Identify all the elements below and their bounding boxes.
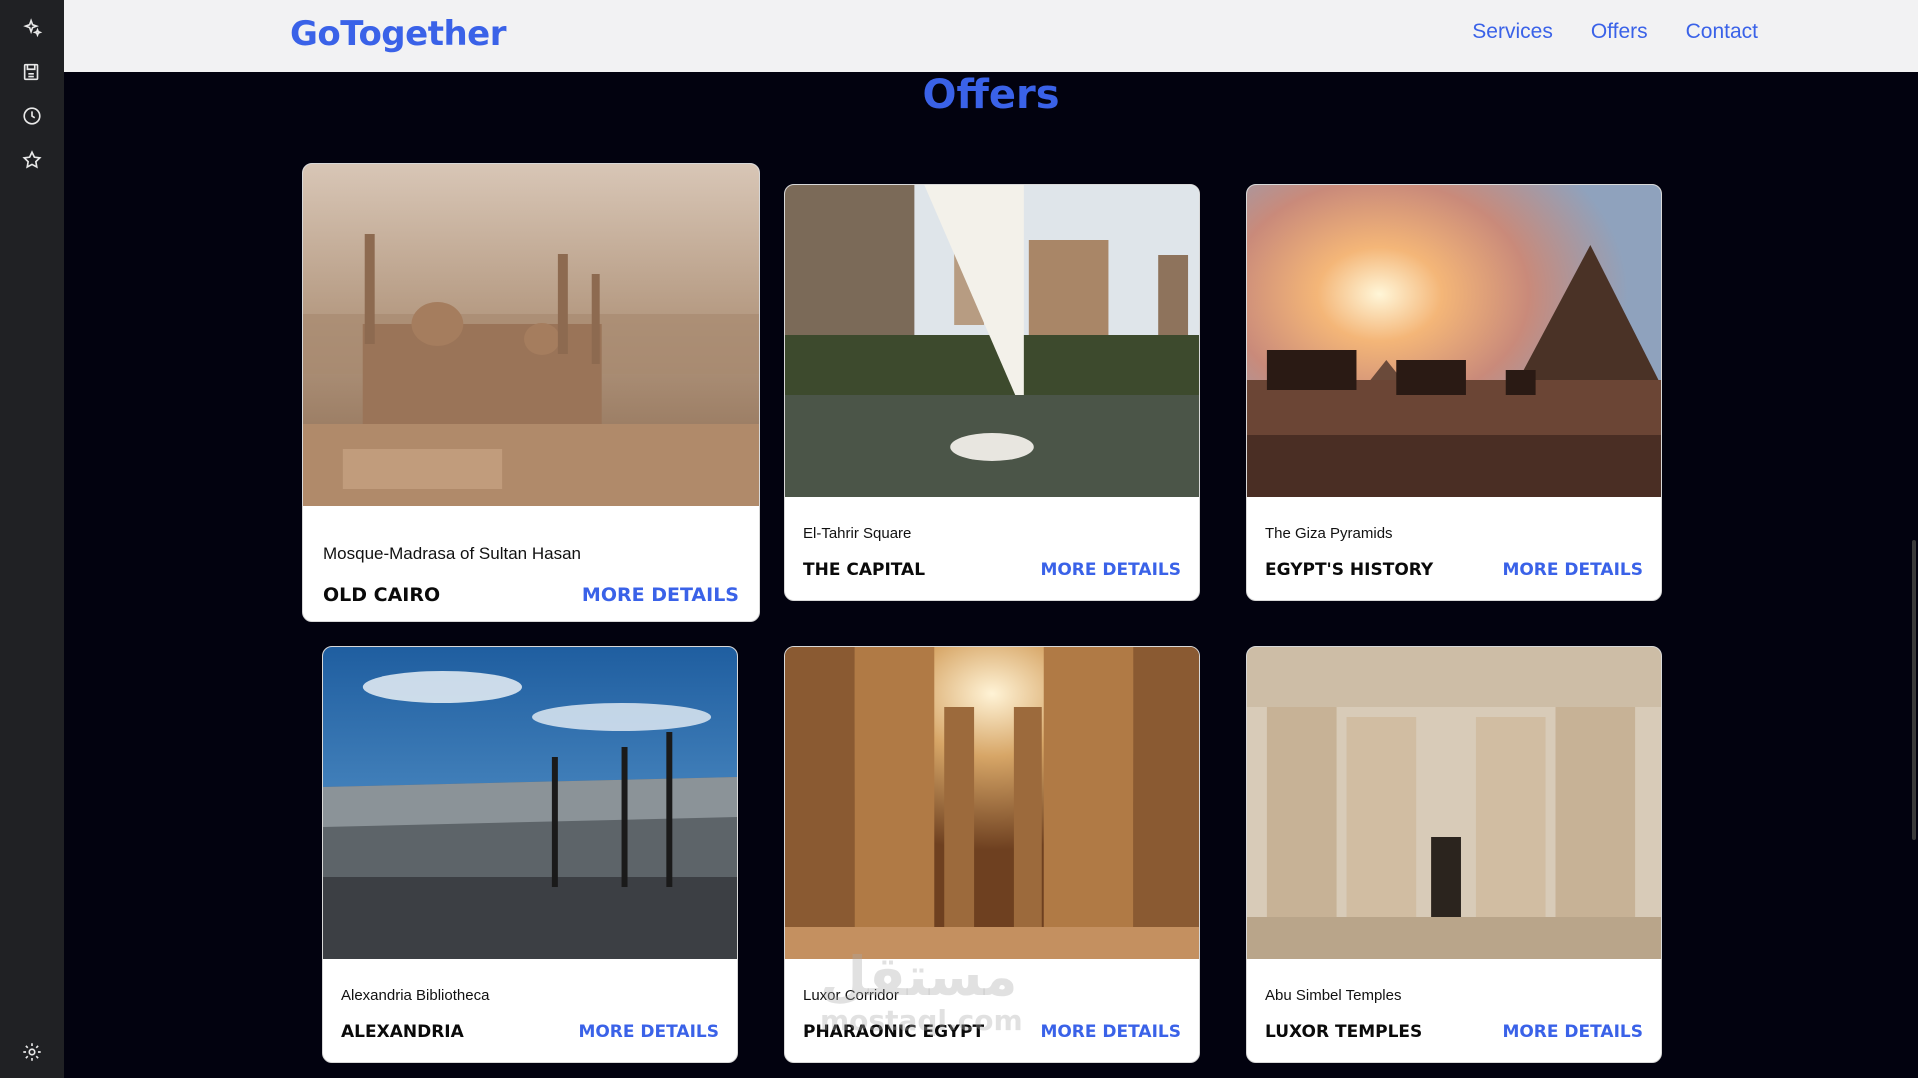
card-title: PHARAONIC EGYPT (803, 1022, 985, 1042)
card-subtitle: Alexandria Bibliotheca (341, 987, 490, 1004)
nav-link-contact[interactable]: Contact (1686, 20, 1758, 44)
more-details-link[interactable]: MORE DETAILS (1040, 1022, 1181, 1042)
more-details-link[interactable]: MORE DETAILS (1040, 560, 1181, 580)
offer-card-luxor-temples[interactable]: Abu Simbel Temples LUXOR TEMPLES MORE DE… (1246, 646, 1662, 1063)
offer-card-alexandria[interactable]: Alexandria Bibliotheca ALEXANDRIA MORE D… (322, 646, 738, 1063)
page-scrollbar[interactable] (1912, 540, 1916, 840)
abu-simbel-photo (1247, 647, 1661, 959)
card-subtitle: Abu Simbel Temples (1265, 987, 1402, 1004)
bibliotheca-photo (323, 647, 737, 959)
sparkle-icon[interactable] (16, 12, 48, 44)
cairo-mosques-photo (303, 164, 759, 506)
card-subtitle: Luxor Corridor (803, 987, 899, 1004)
more-details-link[interactable]: MORE DETAILS (578, 1022, 719, 1042)
nav-link-services[interactable]: Services (1472, 20, 1553, 44)
more-details-link[interactable]: MORE DETAILS (582, 584, 739, 606)
card-title: EGYPT'S HISTORY (1265, 560, 1434, 580)
offer-card-old-cairo[interactable]: Mosque-Madrasa of Sultan Hasan OLD CAIRO… (302, 163, 760, 622)
star-icon[interactable] (16, 144, 48, 176)
offer-card-egypts-history[interactable]: The Giza Pyramids EGYPT'S HISTORY MORE D… (1246, 184, 1662, 601)
nav-link-offers[interactable]: Offers (1591, 20, 1648, 44)
luxor-columns-photo (785, 647, 1199, 959)
save-icon[interactable] (16, 56, 48, 88)
card-title: LUXOR TEMPLES (1265, 1022, 1423, 1042)
card-subtitle: El-Tahrir Square (803, 525, 912, 542)
app-sidebar (0, 0, 64, 1078)
card-subtitle: Mosque-Madrasa of Sultan Hasan (323, 544, 581, 563)
settings-icon[interactable] (16, 1036, 48, 1068)
card-title: OLD CAIRO (323, 584, 441, 606)
nav-links: Services Offers Contact (1472, 20, 1758, 44)
card-subtitle: The Giza Pyramids (1265, 525, 1393, 542)
more-details-link[interactable]: MORE DETAILS (1502, 1022, 1643, 1042)
pyramids-camels-photo (1247, 185, 1661, 497)
offer-card-the-capital[interactable]: El-Tahrir Square THE CAPITAL MORE DETAIL… (784, 184, 1200, 601)
card-title: THE CAPITAL (803, 560, 926, 580)
card-title: ALEXANDRIA (341, 1022, 464, 1042)
top-navbar: GoTogether Services Offers Contact (64, 0, 1918, 72)
offers-heading: Offers (922, 72, 1060, 118)
more-details-link[interactable]: MORE DETAILS (1502, 560, 1643, 580)
nile-felucca-photo (785, 185, 1199, 497)
brand-logo[interactable]: GoTogether (290, 14, 506, 54)
offer-card-pharaonic-egypt[interactable]: Luxor Corridor PHARAONIC EGYPT MORE DETA… (784, 646, 1200, 1063)
history-icon[interactable] (16, 100, 48, 132)
